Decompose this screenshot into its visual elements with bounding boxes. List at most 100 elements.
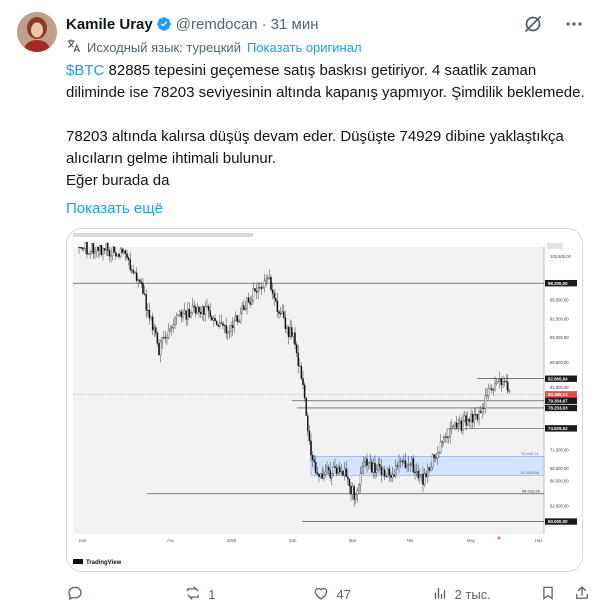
author-name[interactable]: Kamile Uray (66, 16, 153, 33)
candle-body (351, 486, 354, 495)
candle-body (409, 463, 411, 465)
candle-body (383, 469, 386, 477)
candle-body (87, 253, 90, 255)
tweet-media[interactable]: 70.449,21 67.405,86 64.433,95 102.500,00 95.… (66, 228, 583, 572)
candle-body (507, 381, 509, 392)
price-tick-label: 81.500,00 (550, 385, 569, 390)
reply-button[interactable] (66, 584, 184, 605)
author-handle[interactable]: @remdocan (176, 16, 258, 33)
candle-body (326, 466, 328, 473)
avatar-image (17, 12, 57, 52)
views-button[interactable]: 2 тыс. (431, 584, 539, 605)
candle-body (150, 316, 152, 319)
candle-body (142, 283, 144, 294)
like-button[interactable]: 47 (312, 584, 430, 605)
price-tick-label: 89.500,00 (550, 335, 569, 340)
candle-body (345, 468, 347, 477)
candle-body (433, 454, 435, 458)
candle-body (489, 388, 491, 390)
candle-body (311, 455, 314, 460)
repost-button[interactable]: 1 (184, 584, 312, 605)
candle-body (451, 426, 453, 430)
candle-body (289, 327, 291, 338)
candle-body (470, 414, 472, 422)
candle-body (423, 473, 426, 485)
candle-body (91, 243, 93, 252)
price-tick-label: 66.500,00 (550, 478, 569, 483)
show-original-link[interactable]: Показать оригинал (247, 40, 362, 55)
candle-body (99, 245, 101, 251)
price-label-text: 78.203,03 (548, 406, 568, 411)
tweet-time[interactable]: 31 мин (271, 16, 319, 33)
candle-body (238, 321, 240, 323)
candle-body (137, 279, 139, 281)
candle-body (244, 308, 247, 311)
candle-body (390, 475, 392, 478)
tweet-line-1: 82885 tepesini geçemese satış baskısı ge… (66, 62, 585, 101)
candle-body (231, 325, 234, 328)
candle-body (270, 277, 272, 290)
candle-body (342, 471, 344, 476)
time-axis-label: Haz (535, 538, 542, 543)
candle-body (371, 461, 373, 473)
candle-body (396, 465, 399, 467)
candle-body (259, 287, 261, 289)
candle-body (382, 469, 384, 475)
candle-body (323, 474, 325, 479)
candle-body (366, 458, 368, 466)
avatar[interactable] (17, 12, 57, 52)
candle-body (335, 467, 338, 474)
candle-body (508, 390, 511, 392)
candle-body (361, 466, 363, 474)
candle-body (415, 471, 418, 473)
repost-count: 1 (208, 586, 216, 602)
separator-dot: · (261, 15, 267, 33)
cashtag-link[interactable]: $BTC (66, 62, 104, 79)
candle-body (321, 473, 323, 479)
show-more-link[interactable]: Показать ещё (66, 200, 163, 217)
candle-body (156, 332, 159, 344)
event-marker (497, 536, 501, 540)
candle-body (209, 310, 211, 317)
price-tick-label: 85.500,00 (550, 360, 569, 365)
time-axis-label: Nis (407, 538, 413, 543)
candle-body (299, 365, 301, 367)
share-icon[interactable] (573, 584, 591, 605)
candle-body (385, 475, 387, 478)
candle-body (220, 322, 223, 324)
candle-body (113, 246, 115, 253)
candle-body (268, 277, 271, 279)
bookmark-icon[interactable] (539, 584, 557, 605)
candle-body (291, 327, 293, 337)
grok-icon[interactable] (523, 14, 543, 38)
price-tick-label: 102.500,00 (550, 254, 572, 259)
candle-body (89, 251, 91, 255)
candle-body (395, 465, 397, 477)
candle-body (494, 383, 496, 390)
candle-body (486, 394, 488, 397)
candle-body (251, 300, 253, 305)
views-chart-icon (431, 584, 449, 605)
chart-info-bar (73, 233, 253, 237)
candle-body (191, 305, 194, 313)
time-axis-label: Mar (349, 538, 357, 543)
repost-icon (184, 584, 202, 605)
candle-body (257, 287, 259, 293)
candle-body (83, 248, 85, 250)
candle-body (276, 300, 279, 312)
candle-body (217, 324, 219, 327)
candle-body (300, 366, 303, 379)
annotation-label: 64.433,95 (522, 488, 541, 493)
candle-body (339, 466, 341, 473)
candle-body (425, 473, 427, 477)
candle-body (182, 313, 184, 318)
candle-body (460, 420, 463, 431)
candle-body (281, 311, 283, 314)
candle-body (135, 272, 138, 281)
candle-body (265, 278, 267, 282)
candle-body (227, 331, 229, 334)
verified-badge-icon[interactable] (156, 16, 172, 32)
candle-body (185, 310, 187, 320)
more-options-icon[interactable] (565, 15, 583, 37)
candle-body (462, 420, 464, 431)
